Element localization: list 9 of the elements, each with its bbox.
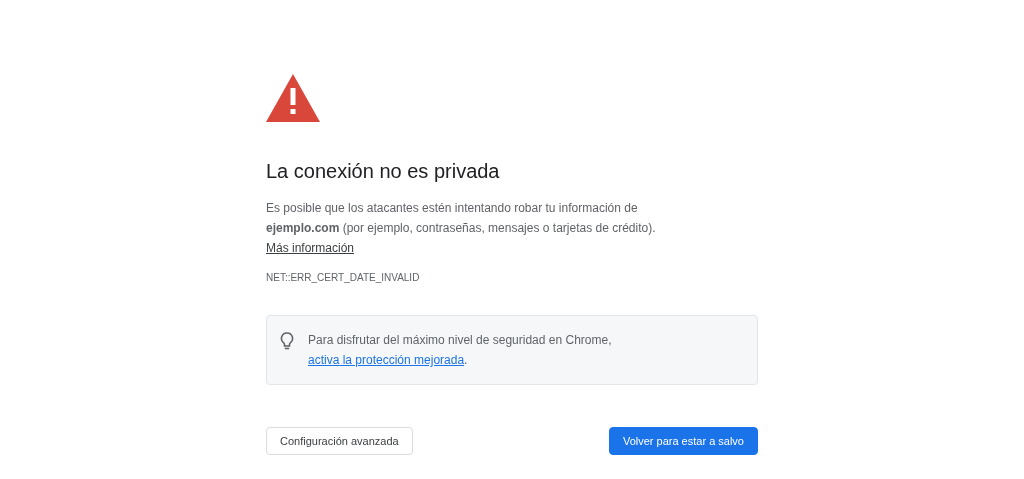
lightbulb-icon <box>280 332 294 350</box>
page-title: La conexión no es privada <box>266 159 501 184</box>
error-code: NET::ERR_CERT_DATE_INVALID <box>266 271 421 285</box>
more-info-link[interactable]: Más información <box>266 241 355 255</box>
advanced-settings-button[interactable]: Configuración avanzada <box>266 427 413 455</box>
warning-message: Es posible que los atacantes estén intentando robar tu información de ejemplo.com (por ejemplo, contraseñas, mensajes o tarjetas de crédito). Más información <box>266 200 657 257</box>
tip-text: Para disfrutar del máximo nivel de seguridad en Chrome, activa la protección mejorada. <box>308 332 613 369</box>
back-to-safety-button[interactable]: Volver para estar a salvo <box>608 427 758 455</box>
warning-icon <box>266 74 320 122</box>
